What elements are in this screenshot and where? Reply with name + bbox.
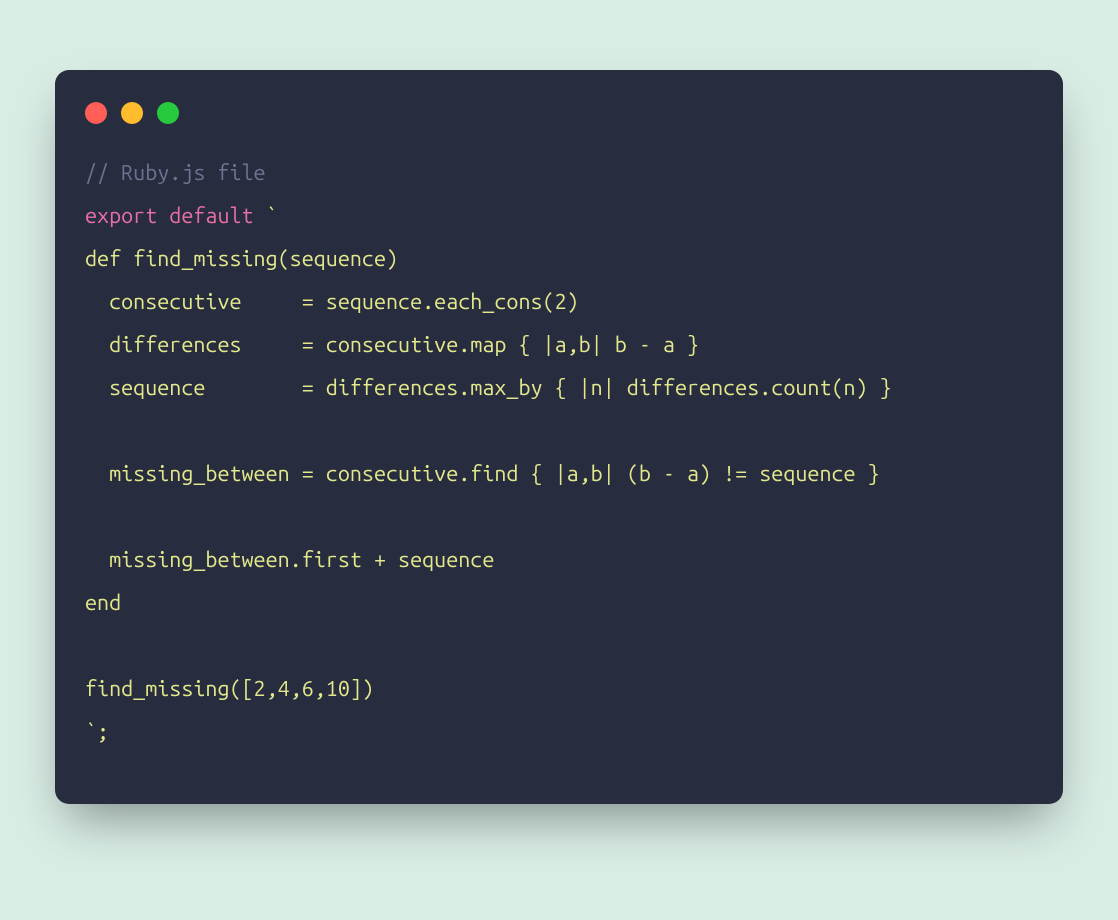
window-maximize-button[interactable] [157,102,179,124]
code-line: def find_missing(sequence) [85,247,398,271]
backtick-open: ` [266,204,278,228]
window-controls [55,70,1063,142]
code-comment: // Ruby.js file [85,161,266,185]
code-window: // Ruby.js file export default ` def fin… [55,70,1063,804]
page-wrapper: // Ruby.js file export default ` def fin… [0,0,1118,917]
code-content[interactable]: // Ruby.js file export default ` def fin… [55,142,1063,754]
keyword-export: export [85,204,157,228]
code-line: consecutive = sequence.each_cons(2) [85,290,579,314]
window-minimize-button[interactable] [121,102,143,124]
code-line: differences = consecutive.map { |a,b| b … [85,333,699,357]
keyword-default: default [157,204,265,228]
code-line: find_missing([2,4,6,10]) [85,677,374,701]
window-close-button[interactable] [85,102,107,124]
backtick-close: ` [85,720,97,744]
code-line: sequence = differences.max_by { |n| diff… [85,376,892,400]
code-line: missing_between.first + sequence [85,548,494,572]
code-line: end [85,591,121,615]
semicolon: ; [97,720,109,744]
code-line: missing_between = consecutive.find { |a,… [85,462,880,486]
